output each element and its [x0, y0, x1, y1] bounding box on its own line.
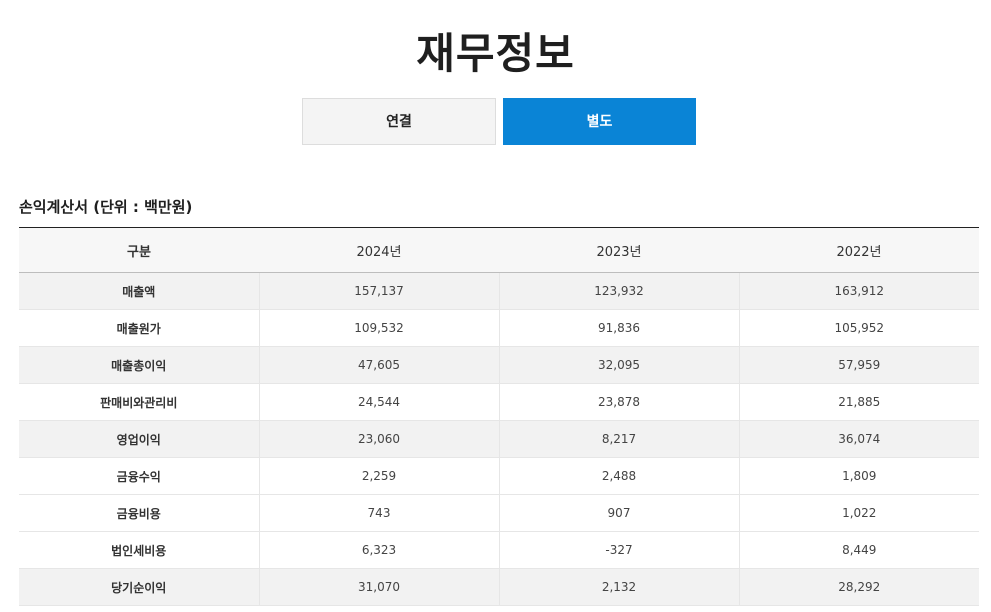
column-header-category: 구분 — [19, 227, 259, 273]
cell-value: 91,836 — [499, 309, 740, 347]
cell-value: 23,878 — [499, 383, 740, 421]
cell-value: 105,952 — [739, 309, 979, 347]
table-row: 영업이익 23,060 8,217 36,074 — [19, 420, 979, 458]
column-header-2023: 2023년 — [499, 227, 739, 273]
table-row: 금융비용 743 907 1,022 — [19, 494, 979, 532]
cell-value: 31,070 — [259, 568, 500, 606]
row-label: 영업이익 — [19, 420, 260, 458]
column-header-2024: 2024년 — [259, 227, 499, 273]
row-label: 금융수익 — [19, 457, 260, 495]
table-row: 법인세비용 6,323 -327 8,449 — [19, 531, 979, 569]
income-statement-title: 손익계산서 (단위 : 백만원) — [19, 198, 193, 216]
cell-value: -327 — [499, 531, 740, 569]
cell-value: 21,885 — [739, 383, 979, 421]
cell-value: 32,095 — [499, 346, 740, 384]
row-label: 당기순이익 — [19, 568, 260, 606]
tab-separate[interactable]: 별도 — [503, 98, 696, 145]
table-row: 매출총이익 47,605 32,095 57,959 — [19, 346, 979, 384]
cell-value: 57,959 — [739, 346, 979, 384]
table-row: 판매비와관리비 24,544 23,878 21,885 — [19, 383, 979, 421]
statement-type-tabs: 연결 별도 — [302, 98, 696, 145]
row-label: 금융비용 — [19, 494, 260, 532]
column-header-2022: 2022년 — [739, 227, 979, 273]
row-label: 판매비와관리비 — [19, 383, 260, 421]
page-title: 재무정보 — [416, 29, 575, 79]
cell-value: 743 — [259, 494, 500, 532]
table-row: 금융수익 2,259 2,488 1,809 — [19, 457, 979, 495]
cell-value: 6,323 — [259, 531, 500, 569]
table-row: 매출원가 109,532 91,836 105,952 — [19, 309, 979, 347]
cell-value: 157,137 — [259, 272, 500, 310]
income-statement-table: 구분 2024년 2023년 2022년 매출액 157,137 123,932… — [19, 227, 979, 606]
cell-value: 123,932 — [499, 272, 740, 310]
cell-value: 36,074 — [739, 420, 979, 458]
row-label: 매출총이익 — [19, 346, 260, 384]
cell-value: 109,532 — [259, 309, 500, 347]
cell-value: 28,292 — [739, 568, 979, 606]
cell-value: 23,060 — [259, 420, 500, 458]
table-row: 당기순이익 31,070 2,132 28,292 — [19, 568, 979, 606]
table-header-row: 구분 2024년 2023년 2022년 — [19, 227, 979, 273]
row-label: 매출원가 — [19, 309, 260, 347]
cell-value: 2,488 — [499, 457, 740, 495]
tab-consolidated[interactable]: 연결 — [302, 98, 496, 145]
cell-value: 2,132 — [499, 568, 740, 606]
cell-value: 8,217 — [499, 420, 740, 458]
cell-value: 2,259 — [259, 457, 500, 495]
cell-value: 47,605 — [259, 346, 500, 384]
cell-value: 907 — [499, 494, 740, 532]
row-label: 매출액 — [19, 272, 260, 310]
cell-value: 1,022 — [739, 494, 979, 532]
row-label: 법인세비용 — [19, 531, 260, 569]
table-row: 매출액 157,137 123,932 163,912 — [19, 272, 979, 310]
cell-value: 8,449 — [739, 531, 979, 569]
cell-value: 1,809 — [739, 457, 979, 495]
cell-value: 24,544 — [259, 383, 500, 421]
cell-value: 163,912 — [739, 272, 979, 310]
